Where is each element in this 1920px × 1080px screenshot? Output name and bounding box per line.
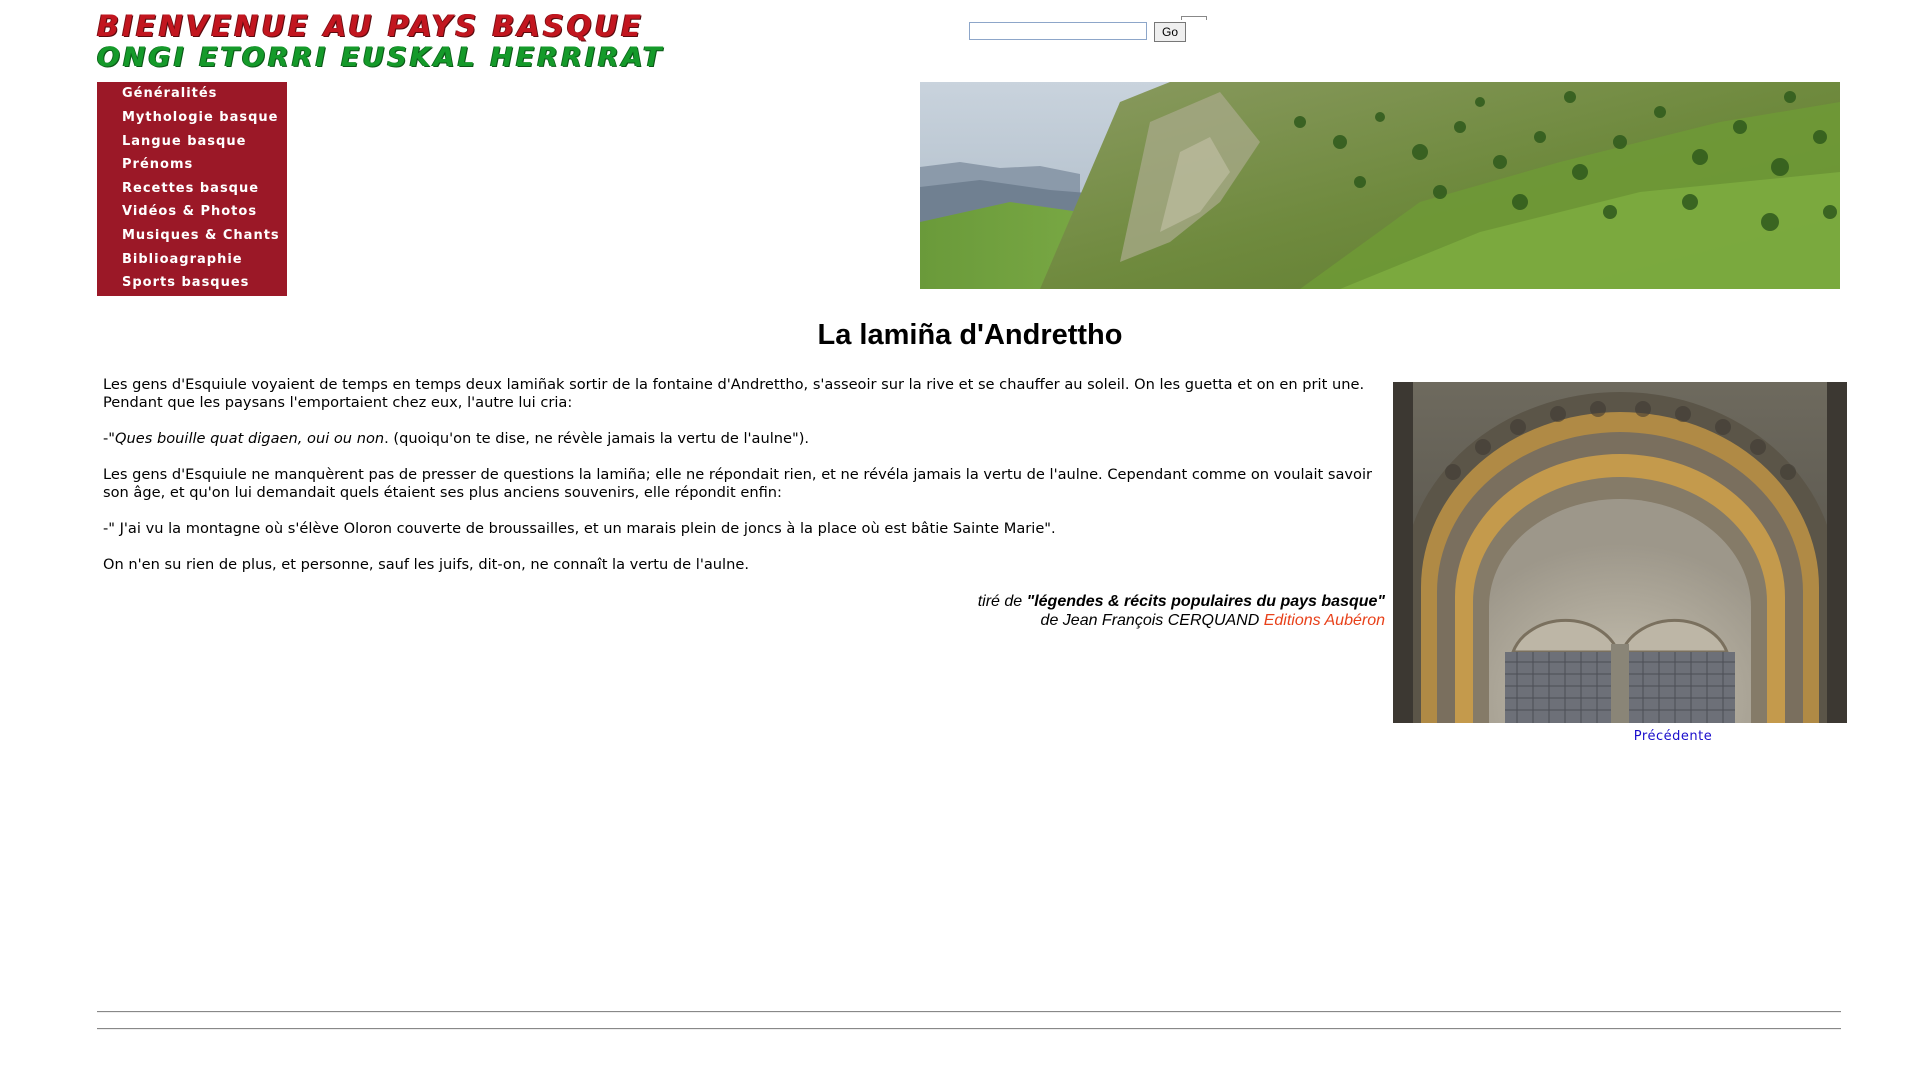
source-book-line: tiré de "légendes & récits populaires du… [103, 592, 1385, 611]
menu-item-langue[interactable]: Langue basque [122, 131, 246, 153]
logo-title-french: Bienvenue au Pays Basque [97, 9, 644, 43]
menu-item-generalites[interactable]: Généralités [122, 83, 217, 105]
article-paragraph: Les gens d'Esquiule ne manquèrent pas de… [103, 466, 1373, 501]
site-logo[interactable]: Bienvenue au Pays Basque Ongi Etorri Eus… [97, 9, 737, 73]
quote-suffix: . (quoiqu'on te dise, ne révèle jamais l… [384, 430, 810, 447]
menu-item-sports[interactable]: Sports basques [122, 272, 249, 294]
source-author: de Jean François CERQUAND [1040, 612, 1264, 629]
menu-item-videos-photos[interactable]: Vidéos & Photos [122, 201, 257, 223]
source-book-title: "légendes & récits populaires du pays ba… [1026, 593, 1385, 610]
menu-item-prenoms[interactable]: Prénoms [122, 154, 193, 176]
search-form: Go [969, 16, 1207, 46]
article-body: Les gens d'Esquiule voyaient de temps en… [103, 376, 1385, 592]
portal-photo [1393, 382, 1847, 723]
article-quote: -"Ques bouille quat digaen, oui ou non. … [103, 430, 1385, 448]
footer-divider [97, 1011, 1841, 1013]
menu-item-mythologie[interactable]: Mythologie basque [122, 107, 279, 129]
page-title: La lamiña d'Andrettho [817, 319, 1123, 351]
article-paragraph: On n'en su rien de plus, et personne, sa… [103, 556, 749, 573]
go-button[interactable]: Go [1154, 22, 1186, 42]
source-publisher: Editions Aubéron [1263, 612, 1385, 629]
footer-divider [97, 1028, 1841, 1030]
quote-italic-text: Ques bouille quat digaen, oui ou non [114, 430, 385, 447]
menu-item-musiques[interactable]: Musiques & Chants [122, 225, 280, 247]
quote-prefix: -" [103, 430, 115, 447]
previous-page-link[interactable]: Précédente [1583, 729, 1763, 744]
banner-landscape-image [920, 82, 1840, 289]
search-tab-decoration [1181, 16, 1207, 20]
menu-item-recettes[interactable]: Recettes basque [122, 178, 259, 200]
logo-title-basque: Ongi Etorri Euskal Herrirat [97, 42, 665, 73]
search-input[interactable] [969, 22, 1147, 40]
menu-item-bibliographie[interactable]: Biblioagraphie [122, 249, 243, 271]
source-attribution: tiré de "légendes & récits populaires du… [103, 592, 1385, 630]
article-quote: -" J'ai vu la montagne où s'élève Oloron… [103, 520, 1056, 537]
article-paragraph: Les gens d'Esquiule voyaient de temps en… [103, 376, 1365, 411]
main-menu: Généralités Mythologie basque Langue bas… [97, 82, 287, 296]
source-author-line: de Jean François CERQUAND Editions Aubér… [103, 611, 1385, 630]
source-prefix: tiré de [977, 593, 1027, 610]
